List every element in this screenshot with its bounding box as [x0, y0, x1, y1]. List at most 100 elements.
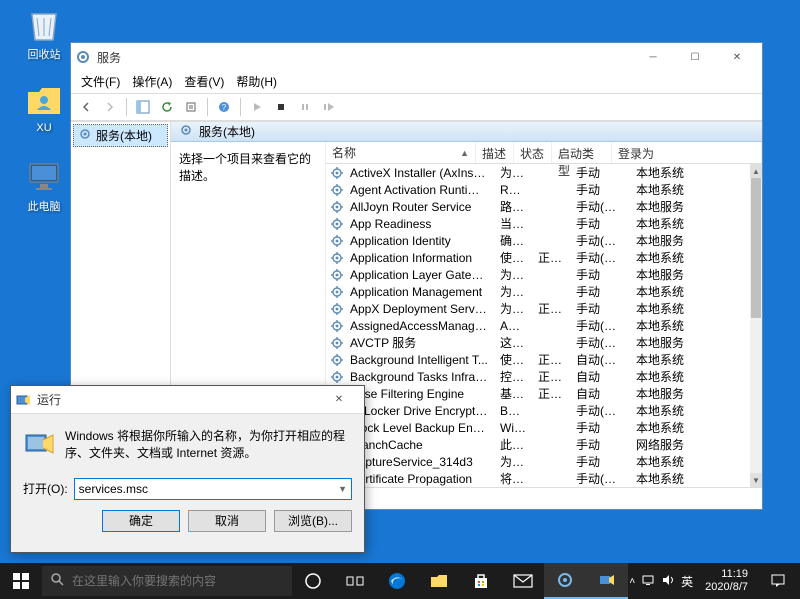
minimize-button[interactable]: ─ — [632, 45, 674, 69]
service-row[interactable]: Application Layer Gatewa...为 In...手动本地服务 — [326, 266, 750, 283]
taskbar-app-services[interactable] — [544, 563, 586, 599]
close-button[interactable]: ✕ — [318, 388, 360, 412]
cell-startup: 自动 — [570, 385, 630, 402]
volume-icon[interactable] — [661, 573, 675, 590]
taskbar: ˄ 英 11:19 2020/8/7 — [0, 563, 800, 599]
cell-name: Application Management — [344, 285, 494, 299]
clock[interactable]: 11:19 2020/8/7 — [699, 568, 754, 594]
stop-service-button[interactable] — [270, 96, 292, 118]
start-service-button[interactable] — [246, 96, 268, 118]
cell-startup: 手动 — [570, 419, 630, 436]
close-button[interactable]: ✕ — [716, 45, 758, 69]
pause-service-button[interactable] — [294, 96, 316, 118]
cell-name: Agent Activation Runtime... — [344, 183, 494, 197]
mail-icon[interactable] — [502, 563, 544, 599]
cortana-icon[interactable] — [292, 563, 334, 599]
cell-logon: 本地系统 — [630, 453, 750, 470]
scroll-thumb[interactable] — [751, 178, 761, 318]
refresh-button[interactable] — [156, 96, 178, 118]
cell-logon: 本地系统 — [630, 317, 750, 334]
cell-name: BranchCache — [344, 438, 494, 452]
ok-button[interactable]: 确定 — [102, 510, 180, 532]
service-row[interactable]: Agent Activation Runtime...Runt...手动本地系统 — [326, 181, 750, 198]
cell-logon: 本地系统 — [630, 351, 750, 368]
cell-startup: 自动 — [570, 368, 630, 385]
maximize-button[interactable]: ☐ — [674, 45, 716, 69]
task-view-icon[interactable] — [334, 563, 376, 599]
help-button[interactable]: ? — [213, 96, 235, 118]
cell-logon: 本地系统 — [630, 283, 750, 300]
services-title-bar[interactable]: 服务 ─ ☐ ✕ — [71, 43, 762, 71]
run-title: 运行 — [37, 391, 318, 408]
service-row[interactable]: AllJoyn Router Service路由...手动(触发...本地服务 — [326, 198, 750, 215]
search-box[interactable] — [42, 566, 292, 596]
back-button[interactable] — [75, 96, 97, 118]
service-row[interactable]: App Readiness当用...手动本地系统 — [326, 215, 750, 232]
edge-icon[interactable] — [376, 563, 418, 599]
service-row[interactable]: AppX Deployment Servic...为部...正在...手动本地系… — [326, 300, 750, 317]
cell-logon: 本地服务 — [630, 232, 750, 249]
run-title-bar[interactable]: 运行 ✕ — [11, 386, 364, 414]
column-startup-type[interactable]: 启动类型 — [552, 142, 612, 163]
service-row[interactable]: Background Intelligent T...使用...正在...自动(… — [326, 351, 750, 368]
store-icon[interactable] — [460, 563, 502, 599]
desktop-icon-this-pc[interactable]: 此电脑 — [14, 156, 74, 214]
service-row[interactable]: AVCTP 服务这是...手动(触发...本地服务 — [326, 334, 750, 351]
column-description[interactable]: 描述 — [476, 142, 514, 163]
menu-file[interactable]: 文件(F) — [75, 71, 126, 93]
export-list-button[interactable] — [180, 96, 202, 118]
cell-startup: 手动(触发... — [570, 470, 630, 487]
tree-item-services-local[interactable]: 服务(本地) — [73, 124, 168, 147]
chevron-down-icon[interactable]: ▼ — [338, 484, 347, 494]
cell-logon: 网络服务 — [630, 436, 750, 453]
service-row[interactable]: BitLocker Drive Encryptio...BDE...手动(触发.… — [326, 402, 750, 419]
toolbar: ? — [71, 93, 762, 121]
service-row[interactable]: Certificate Propagation将用...手动(触发...本地系统 — [326, 470, 750, 487]
action-center-icon[interactable] — [760, 563, 796, 599]
taskbar-app-run[interactable] — [586, 563, 628, 599]
open-input[interactable]: services.msc ▼ — [74, 478, 352, 500]
service-row[interactable]: BranchCache此服...手动网络服务 — [326, 436, 750, 453]
cell-desc: BDE... — [494, 404, 532, 418]
network-icon[interactable] — [641, 573, 655, 590]
search-input[interactable] — [72, 574, 284, 588]
cell-desc: Win... — [494, 421, 532, 435]
service-row[interactable]: Background Tasks Infras...控制...正在...自动本地… — [326, 368, 750, 385]
scroll-up-button[interactable]: ▲ — [750, 164, 762, 178]
cell-logon: 本地系统 — [630, 470, 750, 487]
cancel-button[interactable]: 取消 — [188, 510, 266, 532]
scroll-down-button[interactable]: ▼ — [750, 473, 762, 487]
column-status[interactable]: 状态 — [514, 142, 552, 163]
show-hide-tree-button[interactable] — [132, 96, 154, 118]
service-row[interactable]: Application Information使用...正在...手动(触发..… — [326, 249, 750, 266]
cell-name: Application Identity — [344, 234, 494, 248]
cell-logon: 本地服务 — [630, 385, 750, 402]
service-row[interactable]: Application Identity确定...手动(触发...本地服务 — [326, 232, 750, 249]
menu-action[interactable]: 操作(A) — [126, 71, 178, 93]
browse-button[interactable]: 浏览(B)... — [274, 510, 352, 532]
cell-desc: 使用... — [494, 351, 532, 368]
service-row[interactable]: Base Filtering Engine基本...正在...自动本地服务 — [326, 385, 750, 402]
tray-chevron-up-icon[interactable]: ˄ — [629, 576, 635, 587]
vertical-scrollbar[interactable]: ▲ ▼ — [750, 164, 762, 487]
cell-startup: 手动 — [570, 453, 630, 470]
desktop-icon-user-folder[interactable]: XU — [14, 80, 74, 134]
column-logon-as[interactable]: 登录为 — [612, 142, 762, 163]
restart-service-button[interactable] — [318, 96, 340, 118]
ime-indicator[interactable]: 英 — [681, 573, 693, 590]
start-button[interactable] — [0, 563, 42, 599]
desktop-icon-recycle-bin[interactable]: 回收站 — [14, 4, 74, 62]
service-row[interactable]: AssignedAccessManager...Assi...手动(触发...本… — [326, 317, 750, 334]
service-row[interactable]: CaptureService_314d3为调...手动本地系统 — [326, 453, 750, 470]
menu-help[interactable]: 帮助(H) — [230, 71, 283, 93]
cell-name: Background Intelligent T... — [344, 353, 494, 367]
file-explorer-icon[interactable] — [418, 563, 460, 599]
run-app-icon — [23, 428, 55, 460]
service-row[interactable]: Application Management为通...手动本地系统 — [326, 283, 750, 300]
service-row[interactable]: ActiveX Installer (AxInstSV)为从...手动本地系统 — [326, 164, 750, 181]
column-name[interactable]: 名称▲ — [326, 142, 476, 163]
service-row[interactable]: Block Level Backup Engi...Win...手动本地系统 — [326, 419, 750, 436]
menu-view[interactable]: 查看(V) — [178, 71, 230, 93]
forward-button[interactable] — [99, 96, 121, 118]
cell-status: 正在... — [532, 300, 570, 317]
